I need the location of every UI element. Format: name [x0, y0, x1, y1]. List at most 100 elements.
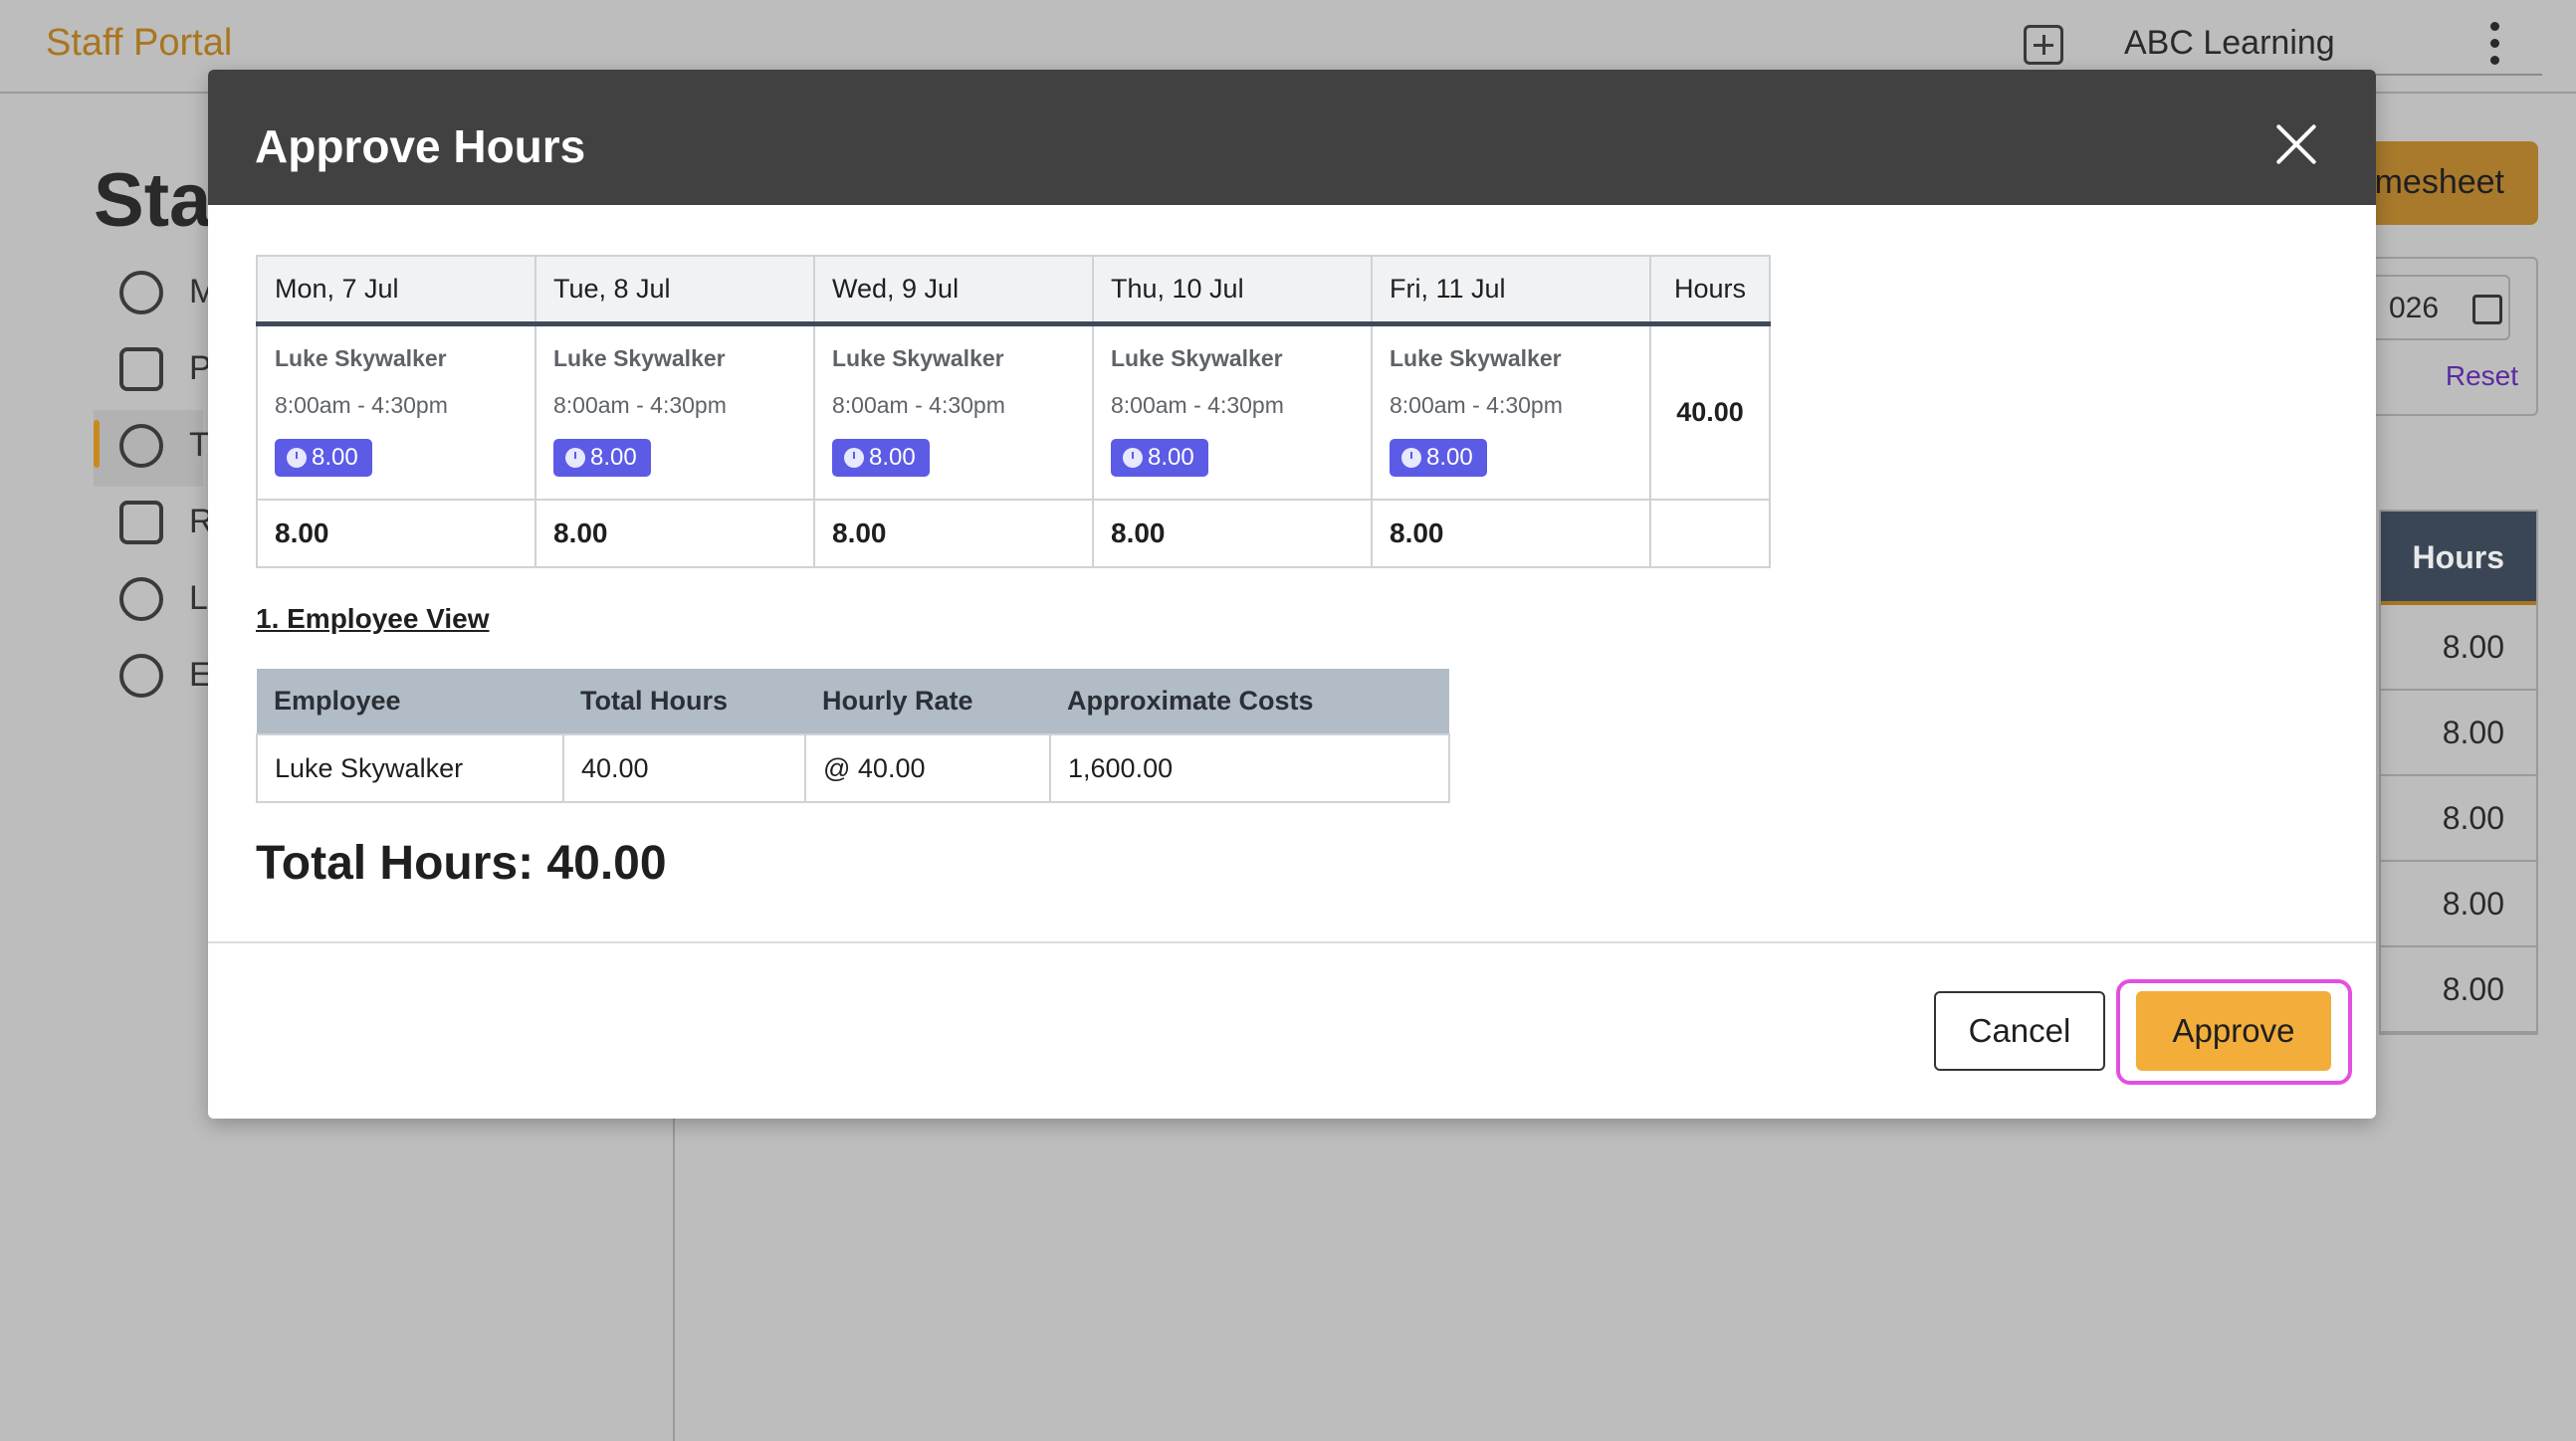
calendar-heart-icon	[119, 501, 163, 544]
chip-hours: 8.00	[590, 443, 637, 471]
hours-chip: 8.00	[553, 438, 651, 477]
table-row[interactable]: 8.00	[2381, 776, 2536, 862]
column-header: Approximate Costs	[1050, 669, 1449, 734]
clock-icon	[565, 447, 585, 468]
nav-item-my-details[interactable]: M	[94, 257, 217, 333]
clock-icon	[1401, 447, 1421, 468]
shift-time: 8:00am - 4:30pm	[275, 391, 448, 418]
shift-cell[interactable]: Luke Skywalker 8:00am - 4:30pm 8.00	[1371, 322, 1651, 501]
table-row[interactable]: 8.00	[2381, 862, 2536, 947]
chip-hours: 8.00	[312, 443, 358, 471]
daily-total: 8.00	[1092, 499, 1373, 568]
hours-chip: 8.00	[1390, 438, 1487, 477]
nav-item-policies[interactable]: P	[94, 333, 212, 410]
chip-hours: 8.00	[869, 443, 916, 471]
hours-cell: 8.00	[2442, 886, 2504, 922]
hourly-rate-cell: @ 40.00	[804, 733, 1051, 803]
date-value: 026	[2389, 292, 2440, 324]
shift-employee: Luke Skywalker	[1111, 344, 1283, 371]
sidebar-divider	[673, 1105, 675, 1441]
hours-cell: 8.00	[2442, 715, 2504, 750]
day-header: Mon, 7 Jul	[256, 255, 537, 326]
add-box-icon[interactable]	[2024, 25, 2063, 65]
person-icon	[119, 271, 163, 314]
shift-time: 8:00am - 4:30pm	[1390, 391, 1563, 418]
shift-time: 8:00am - 4:30pm	[553, 391, 727, 418]
nav-item-roster[interactable]: R	[94, 487, 214, 563]
day-header: Tue, 8 Jul	[535, 255, 815, 326]
reset-link[interactable]: Reset	[2446, 360, 2518, 392]
table-row[interactable]: 8.00	[2381, 947, 2536, 1033]
hours-cell: 8.00	[2442, 629, 2504, 665]
total-hours-summary: Total Hours: 40.00	[256, 837, 667, 890]
nav-item-leave[interactable]: L	[94, 563, 208, 640]
chip-hours: 8.00	[1426, 443, 1473, 471]
approx-cost-cell: 1,600.00	[1049, 733, 1450, 803]
shift-cell[interactable]: Luke Skywalker 8:00am - 4:30pm 8.00	[535, 322, 815, 501]
hours-cell: 8.00	[2442, 800, 2504, 836]
shift-cell[interactable]: Luke Skywalker 8:00am - 4:30pm 8.00	[813, 322, 1094, 501]
table-row[interactable]: 8.00	[2381, 691, 2536, 776]
clock-icon	[119, 424, 163, 468]
week-total: 40.00	[1649, 322, 1771, 501]
calendar-icon[interactable]	[2472, 295, 2502, 324]
daily-total: 8.00	[535, 499, 815, 568]
daily-total: 8.00	[256, 499, 537, 568]
nav-label: T	[189, 426, 210, 464]
hours-table: Hours 8.00 8.00 8.00 8.00 8.00	[2379, 510, 2538, 1035]
daily-total: 8.00	[1371, 499, 1651, 568]
org-name[interactable]: ABC Learning	[2124, 24, 2335, 63]
table-row: Luke Skywalker 40.00 @ 40.00 1,600.00	[256, 733, 1450, 803]
shift-cell[interactable]: Luke Skywalker 8:00am - 4:30pm 8.00	[256, 322, 537, 501]
side-nav: M P T R L E	[94, 257, 217, 717]
dialog-header: Approve Hours	[208, 70, 2376, 205]
hand-coins-icon	[119, 654, 163, 698]
timesheet-button-label: mesheet	[2374, 163, 2504, 201]
hours-column-header: Hours	[2412, 539, 2504, 575]
clock-icon	[287, 447, 307, 468]
brand-title[interactable]: Staff Portal	[46, 22, 232, 65]
scroll-icon	[119, 347, 163, 391]
employee-cell: Luke Skywalker	[256, 733, 564, 803]
day-header: Wed, 9 Jul	[813, 255, 1094, 326]
total-hours-cell: 40.00	[562, 733, 806, 803]
more-vert-icon[interactable]	[2488, 22, 2500, 66]
hours-header: Hours	[1649, 255, 1771, 326]
column-header: Hourly Rate	[805, 669, 1050, 734]
hours-chip: 8.00	[1111, 438, 1208, 477]
shift-time: 8:00am - 4:30pm	[1111, 391, 1284, 418]
page-title: Sta	[94, 158, 212, 243]
approve-hours-dialog: Approve Hours Mon, 7 Jul Tue, 8 Jul Wed,…	[208, 70, 2376, 1119]
day-header: Fri, 11 Jul	[1371, 255, 1651, 326]
clock-icon	[1123, 447, 1143, 468]
shift-employee: Luke Skywalker	[275, 344, 447, 371]
employee-view-link[interactable]: 1. Employee View	[256, 603, 490, 635]
hours-table-header: Hours	[2381, 512, 2536, 605]
hours-chip: 8.00	[832, 438, 930, 477]
footer-divider	[208, 941, 2376, 943]
shift-employee: Luke Skywalker	[553, 344, 726, 371]
nav-item-timesheets[interactable]: T	[94, 410, 210, 487]
nav-item-expenses[interactable]: E	[94, 640, 212, 717]
column-header: Employee	[257, 669, 563, 734]
clock-icon	[844, 447, 864, 468]
shift-employee: Luke Skywalker	[832, 344, 1004, 371]
dialog-title: Approve Hours	[255, 120, 586, 172]
shift-time: 8:00am - 4:30pm	[832, 391, 1005, 418]
table-row[interactable]: 8.00	[2381, 605, 2536, 691]
hours-chip: 8.00	[275, 438, 372, 477]
shift-employee: Luke Skywalker	[1390, 344, 1562, 371]
close-icon[interactable]	[2273, 121, 2319, 167]
cancel-button[interactable]: Cancel	[1934, 991, 2105, 1071]
column-header: Total Hours	[563, 669, 805, 734]
nav-label: L	[189, 579, 208, 617]
palm-tree-icon	[119, 577, 163, 621]
day-header: Thu, 10 Jul	[1092, 255, 1373, 326]
daily-total: 8.00	[813, 499, 1094, 568]
hours-cell: 8.00	[2442, 971, 2504, 1007]
shift-cell[interactable]: Luke Skywalker 8:00am - 4:30pm 8.00	[1092, 322, 1373, 501]
employee-summary-table: Employee Total Hours Hourly Rate Approxi…	[256, 669, 1450, 803]
week-hours-table: Mon, 7 Jul Tue, 8 Jul Wed, 9 Jul Thu, 10…	[256, 255, 1771, 568]
approve-button[interactable]: Approve	[2136, 991, 2331, 1071]
chip-hours: 8.00	[1148, 443, 1194, 471]
